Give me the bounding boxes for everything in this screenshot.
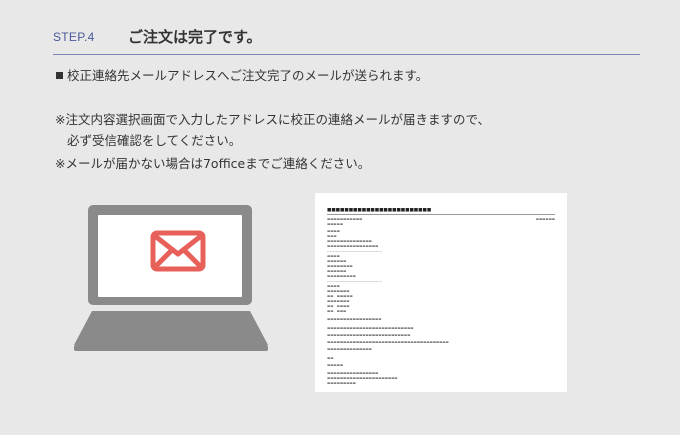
email-preview-line: ▬▬▬▬▬▬▬▬▬▬▬▬▬▬▬▬▬▬▬▬▬▬▬▬▬▬▬▬▬▬▬▬▬▬▬▬▬▬: [327, 340, 449, 344]
email-preview-line: ▬▬▬▬: [327, 284, 340, 288]
email-preview-line: ▬▬▬▬▬▬▬▬▬▬▬▬▬▬▬▬▬▬▬▬▬▬▬▬▬▬: [327, 333, 411, 337]
email-preview-line: ▬▬▬▬▬▬: [535, 217, 555, 221]
email-preview-line: ▬▬▬: [327, 234, 337, 238]
envelope-icon: [150, 230, 206, 272]
note-line-3: ※メールが届かない場合は7officeまでご連絡ください。: [55, 156, 371, 171]
email-preview-line: ----------------------------------------…: [327, 249, 383, 253]
note-line-1: ※注文内容選択画面で入力したアドレスに校正の連絡メールが届きますので、: [55, 112, 490, 127]
email-preview-line: ▬▬▬▬▬▬▬: [327, 289, 350, 293]
email-preview-line: ▬▬▬▬▬: [327, 363, 344, 367]
step-header: STEP.4 ご注文は完了です。: [53, 24, 640, 55]
email-preview-line: ▬▬▬▬▬: [327, 222, 344, 226]
email-preview-line: ▬▬ ▬▬▬▬▬: [327, 294, 353, 298]
email-preview-line: ▬▬▬▬▬▬▬▬▬▬▬▬▬▬▬▬▬▬▬▬▬▬▬▬▬▬▬: [327, 326, 414, 330]
email-preview-line: ▬▬▬▬▬▬▬▬▬▬▬▬▬▬: [327, 239, 372, 243]
note-line-2: 必ず受信確認をしてください。: [67, 133, 242, 148]
email-preview-line: ▬▬▬▬▬▬▬▬▬▬▬▬▬▬▬▬: [327, 371, 379, 375]
email-preview-image: ■■■■■■■■■■■■■■■■■■■■■■■■ ▬▬▬▬▬▬▬▬▬▬▬ ▬▬▬…: [315, 193, 567, 392]
email-preview-line: ▬▬▬▬▬▬▬▬▬: [327, 381, 356, 385]
laptop-icon: [74, 205, 268, 353]
email-preview-line: ----------------------------------------…: [327, 279, 383, 283]
email-preview-divider: [327, 214, 555, 215]
email-preview-line: ▬▬▬▬▬▬▬▬▬▬▬▬▬▬▬▬: [327, 244, 379, 248]
email-preview-line: ▬▬▬▬▬▬▬: [327, 299, 350, 303]
laptop-keyboard-base: [74, 311, 268, 351]
email-preview-line: ▬▬▬▬▬▬▬▬▬▬▬▬▬▬▬▬▬: [327, 317, 382, 321]
laptop-screen-frame: [88, 205, 252, 305]
step-number: STEP.4: [53, 30, 95, 44]
completion-message: 校正連絡先メールアドレスへご注文完了のメールが送られます。: [56, 65, 428, 84]
email-preview-line: ▬▬▬▬: [327, 229, 340, 233]
square-bullet-icon: [56, 72, 63, 79]
email-preview-line: ▬▬ ▬▬▬▬: [327, 304, 350, 308]
email-preview-line: ▬▬: [327, 356, 334, 360]
email-preview-line: ▬▬▬▬▬▬▬▬▬▬▬: [327, 217, 363, 221]
email-preview-line: ▬▬▬▬▬▬▬▬▬▬▬▬▬▬: [327, 347, 372, 351]
step-title: ご注文は完了です。: [128, 28, 262, 46]
email-preview-line: ▬▬▬▬: [327, 254, 340, 258]
email-preview-line: ▬▬▬▬▬▬: [327, 259, 347, 263]
laptop-screen: [98, 215, 242, 297]
email-preview-subject: ■■■■■■■■■■■■■■■■■■■■■■■■: [327, 208, 432, 213]
email-preview-line: ▬▬▬▬▬▬▬▬▬: [327, 274, 356, 278]
email-preview-line: ▬▬▬▬▬▬▬▬: [327, 264, 353, 268]
email-preview-line: ▬▬▬▬▬▬: [327, 269, 347, 273]
email-preview-line: ▬▬▬▬▬▬▬▬▬▬▬▬▬▬▬▬▬▬▬▬▬▬: [327, 376, 398, 380]
completion-message-text: 校正連絡先メールアドレスへご注文完了のメールが送られます。: [67, 68, 429, 83]
email-preview-line: ▬▬ ▬▬▬: [327, 309, 347, 313]
